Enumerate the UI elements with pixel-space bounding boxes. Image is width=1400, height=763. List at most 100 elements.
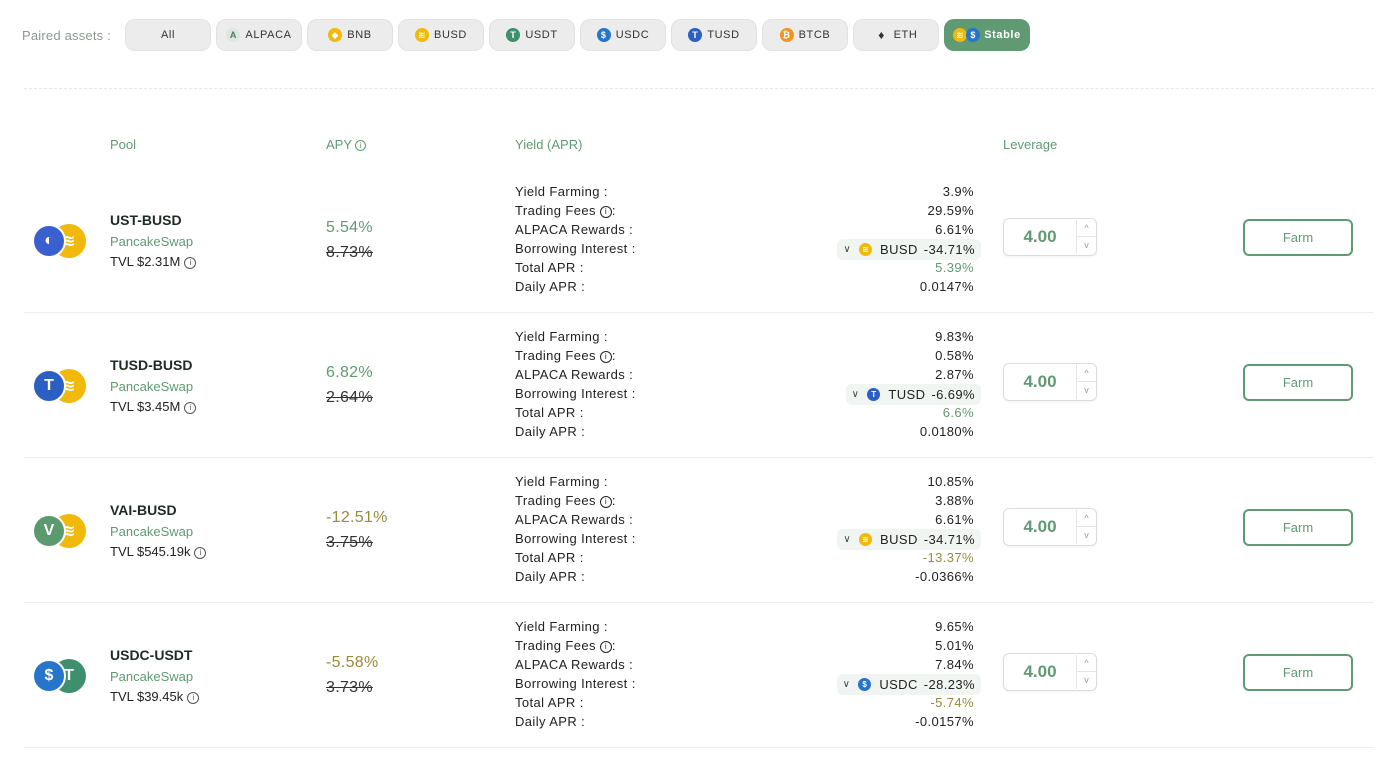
- pool-tvl: TVL $39.45k i: [110, 689, 200, 704]
- chevron-down-icon[interactable]: v: [1076, 672, 1096, 689]
- apy-previous: 2.64%: [326, 389, 373, 406]
- leverage-value[interactable]: 4.00: [1004, 509, 1076, 545]
- borrow-token-select[interactable]: ∨ T TUSD -6.69%: [845, 384, 981, 405]
- leverage-stepper[interactable]: 4.00 ^ v: [1003, 508, 1097, 546]
- pool-name: VAI-BUSD: [110, 502, 177, 518]
- total-apr-line: Total APR : 6.6%: [515, 405, 985, 424]
- tusd-icon: T: [867, 388, 881, 401]
- leverage-value[interactable]: 4.00: [1004, 219, 1076, 255]
- info-icon[interactable]: i: [184, 402, 197, 414]
- chip-label: All: [160, 29, 176, 41]
- usdc-icon: $: [966, 28, 981, 42]
- chip-usdt[interactable]: T USDT: [489, 19, 575, 51]
- filter-label: Paired assets :: [22, 27, 111, 43]
- chevron-down-icon: ∨: [843, 244, 852, 255]
- total-apr-line: Total APR : -13.37%: [515, 550, 985, 569]
- chip-all[interactable]: All: [125, 19, 211, 51]
- daily-apr-label: Daily APR :: [515, 279, 586, 294]
- pool-tvl-value: TVL $2.31M: [110, 254, 181, 269]
- info-icon[interactable]: i: [599, 206, 612, 218]
- chevron-up-icon[interactable]: ^: [1076, 220, 1096, 237]
- pool-row: ◐ ≋ UST-BUSD PancakeSwap TVL $2.31M i 5.5…: [0, 168, 1400, 313]
- pool-name: UST-BUSD: [110, 212, 182, 228]
- info-icon[interactable]: i: [187, 692, 200, 704]
- daily-apr-label: Daily APR :: [515, 424, 586, 439]
- pool-tvl-value: TVL $3.45M: [110, 399, 181, 414]
- alpaca-rewards-label: ALPACA Rewards :: [515, 512, 634, 527]
- tusd-icon: T: [32, 369, 66, 403]
- trading-fees-colon: :: [611, 638, 616, 653]
- farm-button[interactable]: Farm: [1243, 364, 1353, 401]
- alpaca-icon: A: [226, 28, 241, 42]
- leverage-value[interactable]: 4.00: [1004, 364, 1076, 400]
- yield-farming-line: Yield Farming : 9.65%: [515, 619, 985, 638]
- usdc-icon: $: [596, 28, 611, 42]
- pool-pair-icon: T ≋: [32, 365, 90, 407]
- leverage-value[interactable]: 4.00: [1004, 654, 1076, 690]
- trading-fees-value: 3.88%: [935, 493, 974, 508]
- column-header-apy: APY i: [326, 137, 367, 152]
- farm-button[interactable]: Farm: [1243, 219, 1353, 256]
- farm-button[interactable]: Farm: [1243, 654, 1353, 691]
- chevron-up-icon[interactable]: ^: [1076, 510, 1096, 527]
- borrow-token-select[interactable]: ∨ ≋ BUSD -34.71%: [837, 239, 981, 260]
- total-apr-line: Total APR : 5.39%: [515, 260, 985, 279]
- chip-label: ETH: [893, 29, 918, 41]
- farm-button[interactable]: Farm: [1243, 509, 1353, 546]
- leverage-stepper[interactable]: 4.00 ^ v: [1003, 653, 1097, 691]
- chevron-down-icon[interactable]: v: [1076, 527, 1096, 544]
- daily-apr-label: Daily APR :: [515, 569, 586, 584]
- chevron-down-icon[interactable]: v: [1076, 237, 1096, 254]
- column-header-pool: Pool: [110, 137, 137, 152]
- trading-fees-value: 29.59%: [927, 203, 974, 218]
- alpaca-rewards-label: ALPACA Rewards :: [515, 222, 634, 237]
- daily-apr-label: Daily APR :: [515, 714, 586, 729]
- borrowing-interest-label: Borrowing Interest :: [515, 241, 636, 256]
- trading-fees-text: Trading Fees: [515, 638, 596, 653]
- apy-value: 5.54%: [326, 219, 373, 236]
- pool-dex: PancakeSwap: [110, 234, 194, 249]
- chevron-up-icon[interactable]: ^: [1076, 365, 1096, 382]
- busd-icon: ≋: [415, 28, 430, 42]
- yield-farming-value: 9.65%: [935, 619, 974, 634]
- leverage-stepper[interactable]: 4.00 ^ v: [1003, 218, 1097, 256]
- info-icon[interactable]: i: [599, 351, 612, 363]
- chevron-down-icon[interactable]: v: [1076, 382, 1096, 399]
- info-icon[interactable]: i: [184, 257, 197, 269]
- apy-value: -5.58%: [326, 654, 379, 671]
- chip-busd[interactable]: ≋ BUSD: [398, 19, 484, 51]
- chip-label: TUSD: [707, 29, 740, 41]
- chip-stable[interactable]: ≋ $ Stable: [944, 19, 1030, 51]
- borrowing-interest-label: Borrowing Interest :: [515, 676, 636, 691]
- chip-btcb[interactable]: ₿ BTCB: [762, 19, 848, 51]
- chevron-up-icon[interactable]: ^: [1076, 655, 1096, 672]
- borrow-value: -34.71%: [923, 532, 975, 547]
- yield-farming-label: Yield Farming :: [515, 184, 608, 199]
- leverage-stepper[interactable]: 4.00 ^ v: [1003, 363, 1097, 401]
- info-icon[interactable]: i: [194, 547, 207, 559]
- info-icon[interactable]: i: [599, 641, 612, 653]
- chip-eth[interactable]: ♦ ETH: [853, 19, 939, 51]
- trading-fees-value: 5.01%: [935, 638, 974, 653]
- pool-pair-icon: $ T: [32, 655, 90, 697]
- alpaca-rewards-label: ALPACA Rewards :: [515, 657, 634, 672]
- trading-fees-colon: :: [611, 203, 616, 218]
- borrow-token-select[interactable]: ∨ $ USDC -28.23%: [836, 674, 981, 695]
- chip-alpaca[interactable]: A ALPACA: [216, 19, 302, 51]
- chip-label: Stable: [984, 29, 1021, 41]
- info-icon[interactable]: i: [355, 140, 367, 151]
- chip-usdc[interactable]: $ USDC: [580, 19, 666, 51]
- total-apr-label: Total APR :: [515, 260, 584, 275]
- chip-tusd[interactable]: T TUSD: [671, 19, 757, 51]
- vai-icon: V: [32, 514, 66, 548]
- pool-tvl: TVL $2.31M i: [110, 254, 197, 269]
- apy-previous: 3.75%: [326, 534, 373, 551]
- chip-label: USDT: [525, 29, 558, 41]
- chip-bnb[interactable]: ◆ BNB: [307, 19, 393, 51]
- borrow-token-select[interactable]: ∨ ≋ BUSD -34.71%: [837, 529, 981, 550]
- daily-apr-value: 0.0180%: [919, 424, 974, 439]
- borrow-token: USDC: [879, 677, 918, 692]
- trading-fees-line: Trading Fees i: 5.01%: [515, 638, 985, 657]
- total-apr-label: Total APR :: [515, 550, 584, 565]
- info-icon[interactable]: i: [599, 496, 612, 508]
